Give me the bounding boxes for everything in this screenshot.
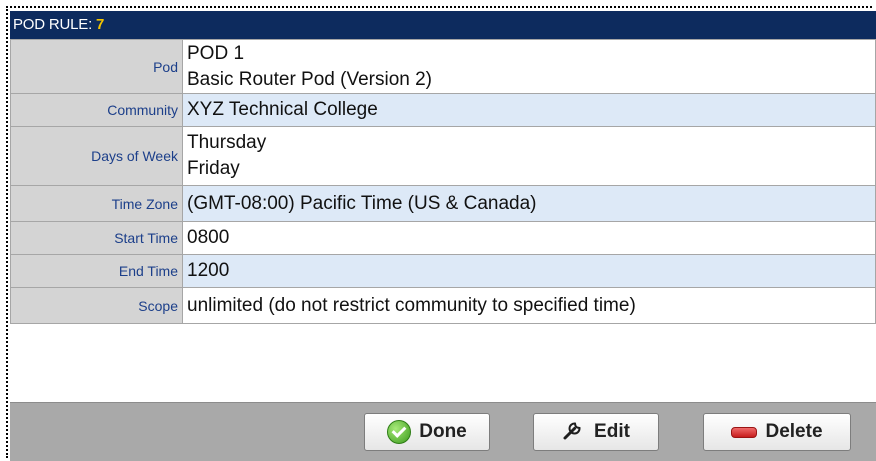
row-scope: Scope unlimited (do not restrict communi… (10, 287, 876, 324)
check-circle-icon (387, 420, 412, 444)
minus-bar-icon (731, 426, 758, 438)
wrench-icon (562, 417, 586, 447)
row-value: unlimited (do not restrict community to … (182, 287, 876, 324)
row-label: Time Zone (10, 185, 183, 222)
row-value: (GMT-08:00) Pacific Time (US & Canada) (182, 185, 876, 222)
done-button[interactable]: Done (364, 413, 490, 451)
day-item: Friday (187, 158, 240, 179)
row-days-of-week: Days of Week Thursday Friday (10, 126, 876, 186)
row-value: 0800 (182, 221, 876, 255)
row-label: Days of Week (10, 126, 183, 186)
row-end-time: End Time 1200 (10, 254, 876, 288)
row-start-time: Start Time 0800 (10, 221, 876, 255)
pod-description: Basic Router Pod (Version 2) (187, 68, 433, 90)
delete-button[interactable]: Delete (703, 413, 851, 451)
delete-label: Delete (765, 421, 823, 442)
row-value: 1200 (182, 254, 876, 288)
row-label: Scope (10, 287, 183, 324)
pod-rule-header: POD RULE: 7 (10, 11, 876, 39)
pod-rule-number: 7 (96, 16, 105, 33)
edit-label: Edit (594, 421, 630, 442)
row-label: Pod (10, 39, 183, 94)
edit-button[interactable]: Edit (533, 413, 659, 451)
day-item: Thursday (187, 132, 267, 153)
row-value: XYZ Technical College (182, 93, 876, 127)
row-label: End Time (10, 254, 183, 288)
row-pod: Pod POD 1 Basic Router Pod (Version 2) (10, 39, 876, 94)
row-label: Start Time (10, 221, 183, 255)
pod-rule-details-table: Pod POD 1 Basic Router Pod (Version 2) C… (10, 39, 876, 324)
row-value: Thursday Friday (182, 126, 876, 186)
row-time-zone: Time Zone (GMT-08:00) Pacific Time (US &… (10, 185, 876, 222)
done-label: Done (419, 421, 467, 442)
row-label: Community (10, 93, 183, 127)
action-bar: Done Edit Delete (10, 402, 876, 461)
header-label: POD RULE: (13, 16, 93, 33)
row-community: Community XYZ Technical College (10, 93, 876, 127)
pod-name: POD 1 (187, 42, 245, 64)
row-value: POD 1 Basic Router Pod (Version 2) (182, 39, 876, 94)
